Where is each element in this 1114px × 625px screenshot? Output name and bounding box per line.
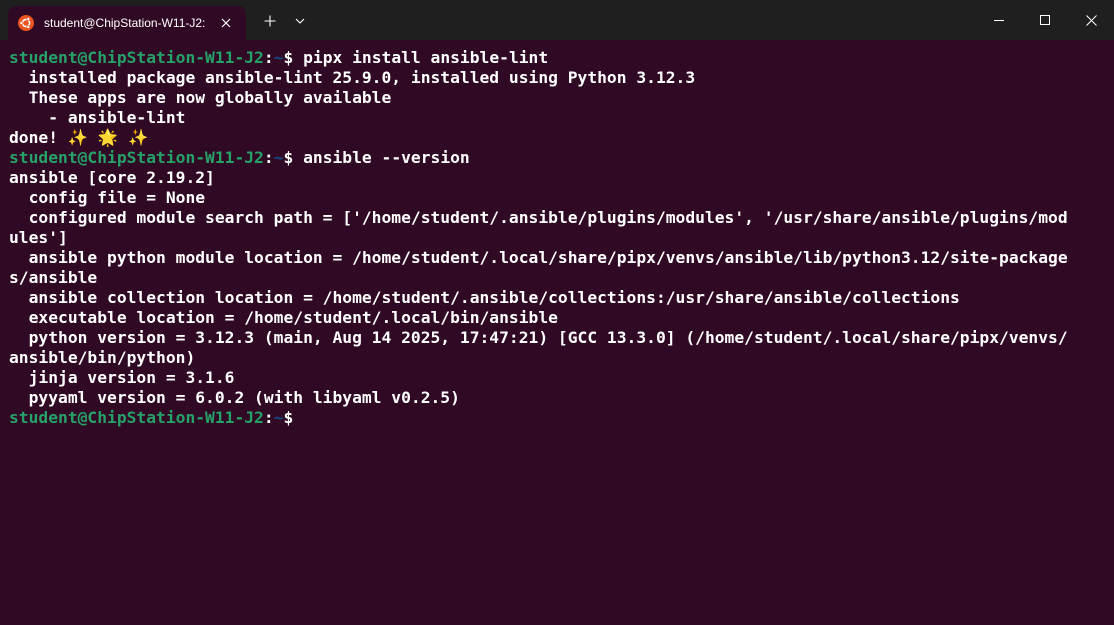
close-icon[interactable] bbox=[1068, 0, 1114, 40]
prompt-dollar: $ bbox=[283, 148, 294, 167]
output-text: ansible [core 2.19.2] bbox=[9, 168, 215, 187]
output-text: - ansible-lint bbox=[9, 108, 186, 127]
output-text: installed package ansible-lint 25.9.0, i… bbox=[9, 68, 696, 87]
output-line: - ansible-lint bbox=[9, 108, 1068, 128]
output-line: ansible python module location = /home/s… bbox=[9, 248, 1068, 268]
chevron-down-icon[interactable] bbox=[289, 10, 311, 32]
output-text: pyyaml version = 6.0.2 (with libyaml v0.… bbox=[9, 388, 460, 407]
terminal-output[interactable]: student@ChipStation-W11-J2:~$ pipx insta… bbox=[0, 40, 1114, 625]
output-line: ansible collection location = /home/stud… bbox=[9, 288, 1068, 308]
prompt-user-host: student@ChipStation-W11-J2 bbox=[9, 408, 264, 427]
output-text: s/ansible bbox=[9, 268, 98, 287]
output-text: These apps are now globally available bbox=[9, 88, 392, 107]
terminal-text: student@ChipStation-W11-J2:~$ pipx insta… bbox=[9, 48, 1068, 428]
output-text: configured module search path = ['/home/… bbox=[9, 208, 1068, 227]
prompt-line: student@ChipStation-W11-J2:~$ pipx insta… bbox=[9, 48, 1068, 68]
command-text: pipx install ansible-lint bbox=[293, 48, 549, 67]
output-line: configured module search path = ['/home/… bbox=[9, 208, 1068, 228]
prompt-dollar: $ bbox=[283, 408, 294, 427]
output-line: done! ✨ 🌟 ✨ bbox=[9, 128, 1068, 148]
output-line: installed package ansible-lint 25.9.0, i… bbox=[9, 68, 1068, 88]
output-line: executable location = /home/student/.loc… bbox=[9, 308, 1068, 328]
title-bar[interactable]: student@ChipStation-W11-J2: bbox=[0, 0, 1114, 40]
prompt-colon: : bbox=[263, 408, 274, 427]
prompt-colon: : bbox=[263, 48, 274, 67]
output-line: pyyaml version = 6.0.2 (with libyaml v0.… bbox=[9, 388, 1068, 408]
output-text: executable location = /home/student/.loc… bbox=[9, 308, 558, 327]
prompt-path: ~ bbox=[273, 148, 284, 167]
output-line: s/ansible bbox=[9, 268, 1068, 288]
plus-icon[interactable] bbox=[259, 10, 281, 32]
output-line: config file = None bbox=[9, 188, 1068, 208]
tab-ubuntu[interactable]: student@ChipStation-W11-J2: bbox=[8, 6, 246, 40]
prompt-dollar: $ bbox=[283, 48, 294, 67]
prompt-line: student@ChipStation-W11-J2:~$ ansible --… bbox=[9, 148, 1068, 168]
minimize-icon[interactable] bbox=[976, 0, 1022, 40]
output-text: python version = 3.12.3 (main, Aug 14 20… bbox=[9, 328, 1068, 347]
prompt-colon: : bbox=[263, 148, 274, 167]
output-text: jinja version = 3.1.6 bbox=[9, 368, 235, 387]
output-text: config file = None bbox=[9, 188, 206, 207]
output-line: ansible [core 2.19.2] bbox=[9, 168, 1068, 188]
command-text: ansible --version bbox=[293, 148, 470, 167]
output-line: python version = 3.12.3 (main, Aug 14 20… bbox=[9, 328, 1068, 348]
prompt-path: ~ bbox=[273, 48, 284, 67]
prompt-user-host: student@ChipStation-W11-J2 bbox=[9, 48, 264, 67]
close-tab-icon[interactable] bbox=[216, 13, 236, 33]
output-text: ansible/bin/python) bbox=[9, 348, 196, 367]
output-line: jinja version = 3.1.6 bbox=[9, 368, 1068, 388]
terminal-window: student@ChipStation-W11-J2: student@Chip… bbox=[0, 0, 1114, 625]
output-text: ansible collection location = /home/stud… bbox=[9, 288, 960, 307]
prompt-user-host: student@ChipStation-W11-J2 bbox=[9, 148, 264, 167]
output-line: ules'] bbox=[9, 228, 1068, 248]
output-text: done! ✨ 🌟 ✨ bbox=[9, 128, 149, 147]
tab-title: student@ChipStation-W11-J2: bbox=[44, 16, 206, 30]
maximize-icon[interactable] bbox=[1022, 0, 1068, 40]
ubuntu-icon bbox=[18, 15, 34, 31]
prompt-path: ~ bbox=[273, 408, 284, 427]
output-text: ules'] bbox=[9, 228, 68, 247]
output-line: ansible/bin/python) bbox=[9, 348, 1068, 368]
output-text: ansible python module location = /home/s… bbox=[9, 248, 1068, 267]
output-line: These apps are now globally available bbox=[9, 88, 1068, 108]
prompt-line: student@ChipStation-W11-J2:~$ bbox=[9, 408, 1068, 428]
